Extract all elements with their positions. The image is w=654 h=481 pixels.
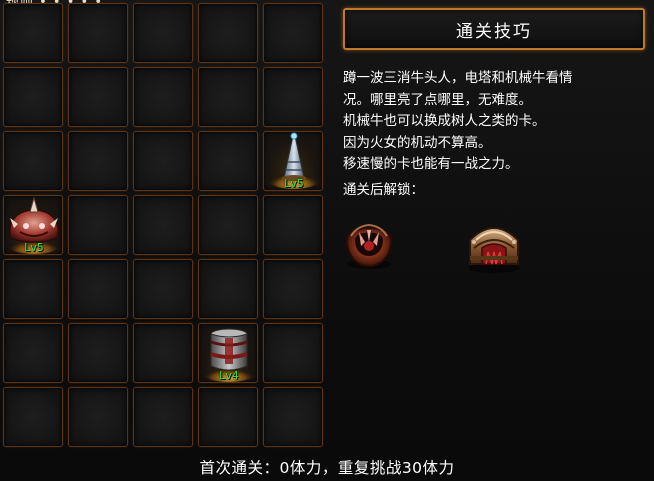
grid-cell[interactable] [198, 195, 258, 255]
grid-cell[interactable]: Lv5 [3, 195, 63, 255]
grid-cell[interactable] [263, 323, 323, 383]
mech-shell-icon[interactable] [462, 212, 526, 276]
grid-cell[interactable] [133, 195, 193, 255]
grid-cell[interactable]: Lv4 [198, 323, 258, 383]
crescent-claw-icon[interactable] [337, 212, 401, 276]
grid-cell[interactable] [133, 323, 193, 383]
tips-description: 蹲一波三消牛头人，电塔和机械牛看情 况。哪里亮了点哪里，无难度。 机械牛也可以换… [343, 68, 648, 176]
grid-cell[interactable] [133, 131, 193, 191]
horned-tauren-icon[interactable]: Lv5 [4, 196, 64, 256]
grid-cell[interactable] [68, 67, 128, 127]
tips-line: 因为火女的机动不算高。 [343, 134, 492, 151]
game-panel: 规则 • • • • • [0, 0, 654, 481]
grid-cell[interactable] [263, 67, 323, 127]
grid-cell[interactable] [68, 131, 128, 191]
mechanical-drum-icon[interactable]: Lv4 [199, 324, 259, 384]
grid-cell[interactable] [133, 3, 193, 63]
electric-tower-icon[interactable]: Lv5 [264, 132, 324, 192]
challenge-cost-footer: 首次通关：0体力，重复挑战30体力 [0, 452, 654, 481]
tips-line: 况。哪里亮了点哪里，无难度。 [343, 91, 532, 108]
grid-cell[interactable] [263, 259, 323, 319]
grid-cell[interactable] [198, 259, 258, 319]
grid-cell[interactable] [3, 67, 63, 127]
unit-level-label: Lv5 [24, 241, 44, 254]
tips-line: 机械牛也可以换成树人之类的卡。 [343, 113, 546, 129]
grid-cell[interactable] [3, 323, 63, 383]
grid-cell[interactable] [3, 131, 63, 191]
unit-level-label: Lv4 [219, 369, 239, 382]
unit-level-label: Lv5 [284, 177, 304, 190]
tips-title: 通关技巧 [456, 21, 532, 42]
grid-cell[interactable] [198, 131, 258, 191]
grid-cell[interactable] [263, 3, 323, 63]
grid-cell[interactable] [3, 3, 63, 63]
tips-title-bar: 通关技巧 [343, 8, 645, 50]
grid-cell[interactable] [198, 387, 258, 447]
grid-cell[interactable] [3, 259, 63, 319]
grid-cell[interactable] [3, 387, 63, 447]
grid-cell[interactable] [68, 259, 128, 319]
grid-cell[interactable] [68, 3, 128, 63]
grid-cell[interactable] [133, 387, 193, 447]
grid-cell[interactable] [68, 195, 128, 255]
unlock-label: 通关后解锁： [343, 182, 424, 198]
tips-line: 蹲一波三消牛头人，电塔和机械牛看情 [343, 70, 573, 86]
grid-cell[interactable] [263, 387, 323, 447]
grid-cell[interactable]: Lv5 [263, 131, 323, 191]
grid-cell[interactable] [68, 323, 128, 383]
grid-cell[interactable] [263, 195, 323, 255]
tips-line: 移速慢的卡也能有一战之力。 [343, 156, 519, 172]
grid-cell[interactable] [133, 67, 193, 127]
grid-cell[interactable] [198, 67, 258, 127]
deploy-grid: Lv5 Lv5 Lv4 [3, 3, 325, 453]
grid-cell[interactable] [198, 3, 258, 63]
grid-cell[interactable] [133, 259, 193, 319]
grid-cell[interactable] [68, 387, 128, 447]
